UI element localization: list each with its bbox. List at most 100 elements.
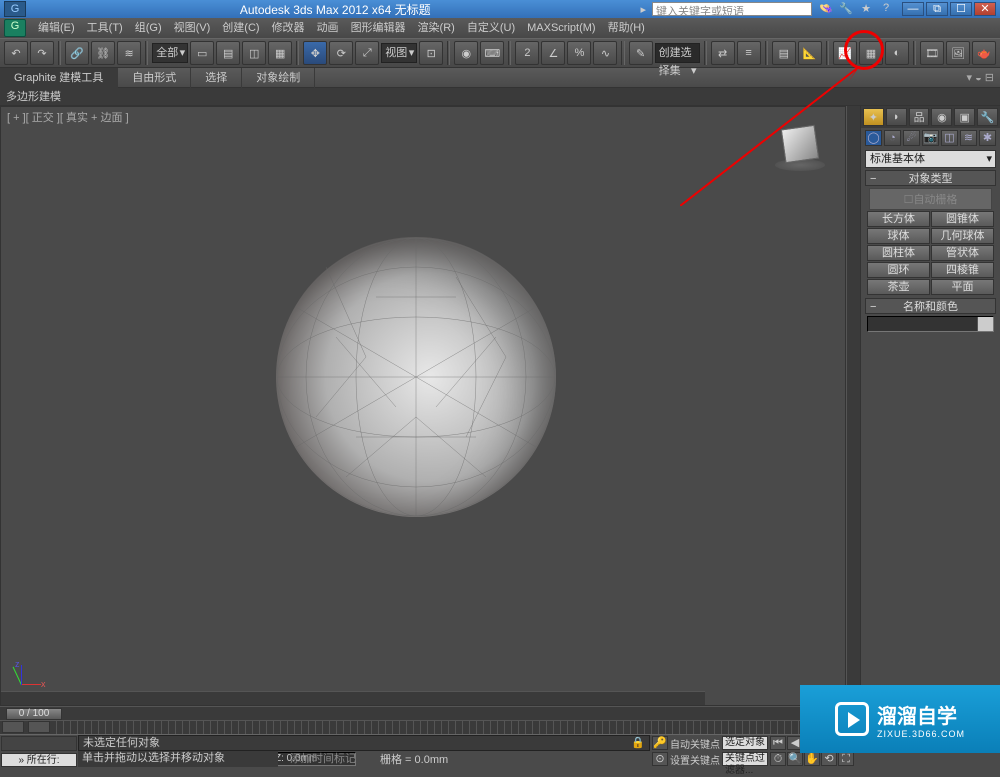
ref-coord-dropdown[interactable]: 视图 bbox=[381, 43, 417, 63]
edit-selection-set-button[interactable]: ✎ bbox=[629, 41, 653, 65]
menu-customize[interactable]: 自定义(U) bbox=[461, 18, 521, 38]
help-icon[interactable]: ? bbox=[878, 2, 894, 16]
menu-rendering[interactable]: 渲染(R) bbox=[412, 18, 461, 38]
pivot-center-button[interactable]: ⊡ bbox=[419, 41, 443, 65]
menu-modifiers[interactable]: 修改器 bbox=[266, 18, 311, 38]
key-target-dropdown[interactable]: 选定对象 bbox=[722, 736, 768, 750]
cylinder-button[interactable]: 圆柱体 bbox=[867, 245, 930, 261]
layer-manager-button[interactable]: ▤ bbox=[772, 41, 796, 65]
teapot-button[interactable]: 茶壶 bbox=[867, 279, 930, 295]
geosphere-object[interactable] bbox=[276, 237, 556, 517]
nav-maximize-button[interactable]: ⛶ bbox=[838, 752, 854, 766]
color-swatch[interactable] bbox=[977, 317, 993, 331]
spinner-snap-button[interactable]: ∿ bbox=[593, 41, 617, 65]
time-slider-handle[interactable]: 0 / 100 bbox=[6, 708, 62, 720]
name-color-rollout[interactable]: 名称和颜色 bbox=[865, 298, 996, 314]
select-by-name-button[interactable]: ▤ bbox=[216, 41, 240, 65]
nav-pan-button[interactable]: ✋ bbox=[804, 752, 820, 766]
autogrid-checkbox[interactable]: ☐ 自动栅格 bbox=[869, 188, 992, 210]
helpers-icon[interactable]: ◫ bbox=[941, 130, 958, 146]
autokey-button[interactable]: 自动关键点 bbox=[670, 736, 720, 751]
trackbar-filter[interactable] bbox=[28, 721, 50, 733]
pyramid-button[interactable]: 四棱锥 bbox=[931, 262, 994, 278]
ribbon-tab-selection[interactable]: 选择 bbox=[191, 68, 242, 88]
plane-button[interactable]: 平面 bbox=[931, 279, 994, 295]
viewport-label[interactable]: [ + ][ 正交 ][ 真实 + 边面 ] bbox=[7, 109, 129, 125]
restore-button[interactable]: ⧉ bbox=[926, 2, 948, 16]
utilities-tab[interactable]: 🔧 bbox=[977, 108, 998, 126]
ribbon-toggle-button[interactable]: 📐 bbox=[798, 41, 822, 65]
viewport-hscroll[interactable] bbox=[1, 691, 705, 705]
ribbon-tab-object-paint[interactable]: 对象绘制 bbox=[242, 68, 315, 88]
render-setup-button[interactable]: 🎞 bbox=[920, 41, 944, 65]
lock-selection-icon[interactable]: 🔒 bbox=[631, 736, 645, 750]
hierarchy-tab[interactable]: 品 bbox=[909, 108, 930, 126]
keyboard-shortcut-button[interactable]: ⌨ bbox=[480, 41, 504, 65]
tube-button[interactable]: 管状体 bbox=[931, 245, 994, 261]
undo-button[interactable]: ↶ bbox=[4, 41, 28, 65]
unlink-button[interactable]: ⛓ bbox=[91, 41, 115, 65]
subscription-icon[interactable]: 🔧 bbox=[838, 2, 854, 16]
spacewarps-icon[interactable]: ≋ bbox=[960, 130, 977, 146]
nav-zoom-button[interactable]: 🔍 bbox=[787, 752, 803, 766]
manipulate-button[interactable]: ◉ bbox=[454, 41, 478, 65]
object-type-rollout[interactable]: 对象类型 bbox=[865, 170, 996, 186]
setkey-button[interactable]: 设置关键点 bbox=[670, 752, 720, 767]
select-move-button[interactable]: ✥ bbox=[303, 41, 327, 65]
select-rotate-button[interactable]: ⟳ bbox=[329, 41, 353, 65]
menu-create[interactable]: 创建(C) bbox=[216, 18, 265, 38]
menu-edit[interactable]: 编辑(E) bbox=[32, 18, 81, 38]
cameras-icon[interactable]: 📷 bbox=[922, 130, 939, 146]
menu-graph-editors[interactable]: 图形编辑器 bbox=[345, 18, 412, 38]
minimize-button[interactable]: — bbox=[902, 2, 924, 16]
menu-help[interactable]: 帮助(H) bbox=[602, 18, 651, 38]
material-editor-button[interactable]: ◐ bbox=[885, 41, 909, 65]
help-search-input[interactable]: 键入关键字或短语 bbox=[652, 2, 812, 16]
object-name-input[interactable] bbox=[867, 316, 994, 332]
select-scale-button[interactable]: ⤢ bbox=[355, 41, 379, 65]
maxscript-mini-listener[interactable] bbox=[1, 736, 77, 751]
goto-start-button[interactable]: ⏮ bbox=[770, 736, 786, 750]
close-button[interactable]: ✕ bbox=[974, 2, 996, 16]
named-selection-dropdown[interactable]: 创建选择集 bbox=[655, 43, 700, 63]
snap-2d-button[interactable]: 2 bbox=[515, 41, 539, 65]
snap-angle-button[interactable]: ∠ bbox=[541, 41, 565, 65]
bind-spacewarp-button[interactable]: ≋ bbox=[117, 41, 141, 65]
key-mode-button[interactable]: ⊙ bbox=[652, 752, 668, 766]
menu-views[interactable]: 视图(V) bbox=[168, 18, 217, 38]
time-config-button[interactable]: ⏱ bbox=[770, 752, 786, 766]
add-time-tag[interactable]: 添加时间标记 bbox=[290, 750, 356, 766]
menu-animation[interactable]: 动画 bbox=[311, 18, 345, 38]
ribbon-collapse-icon[interactable]: ▾ ◒ ⊟ bbox=[967, 71, 1000, 84]
window-crossing-button[interactable]: ▦ bbox=[268, 41, 292, 65]
ribbon-tab-graphite[interactable]: Graphite 建模工具 bbox=[0, 68, 118, 88]
render-production-button[interactable]: 🫖 bbox=[972, 41, 996, 65]
trackbar-toggle[interactable] bbox=[2, 721, 24, 733]
select-object-button[interactable]: ▭ bbox=[190, 41, 214, 65]
modify-tab[interactable]: ◗ bbox=[886, 108, 907, 126]
shapes-icon[interactable]: ◔ bbox=[884, 130, 901, 146]
lights-icon[interactable]: ☄ bbox=[903, 130, 920, 146]
geosphere-button[interactable]: 几何球体 bbox=[931, 228, 994, 244]
search-icon[interactable]: 👒 bbox=[818, 2, 834, 16]
redo-button[interactable]: ↷ bbox=[30, 41, 54, 65]
maximize-button[interactable]: ☐ bbox=[950, 2, 972, 16]
systems-icon[interactable]: ✱ bbox=[979, 130, 996, 146]
menu-maxscript[interactable]: MAXScript(M) bbox=[521, 18, 601, 38]
geometry-type-dropdown[interactable]: 标准基本体 bbox=[865, 150, 996, 168]
key-filter-button[interactable]: 关键点过滤器... bbox=[722, 752, 768, 766]
motion-tab[interactable]: ◉ bbox=[931, 108, 952, 126]
align-button[interactable]: ≡ bbox=[737, 41, 761, 65]
box-button[interactable]: 长方体 bbox=[867, 211, 930, 227]
sphere-button[interactable]: 球体 bbox=[867, 228, 930, 244]
snap-percent-button[interactable]: % bbox=[567, 41, 591, 65]
favorite-icon[interactable]: ★ bbox=[858, 2, 874, 16]
display-tab[interactable]: ▣ bbox=[954, 108, 975, 126]
link-button[interactable]: 🔗 bbox=[65, 41, 89, 65]
application-button[interactable]: G bbox=[4, 19, 26, 37]
selection-filter-dropdown[interactable]: 全部 bbox=[152, 43, 188, 63]
torus-button[interactable]: 圆环 bbox=[867, 262, 930, 278]
quick-access-arrow[interactable]: ▸ bbox=[640, 3, 646, 16]
app-logo[interactable]: G bbox=[4, 1, 26, 17]
ribbon-tab-freeform[interactable]: 自由形式 bbox=[118, 68, 191, 88]
